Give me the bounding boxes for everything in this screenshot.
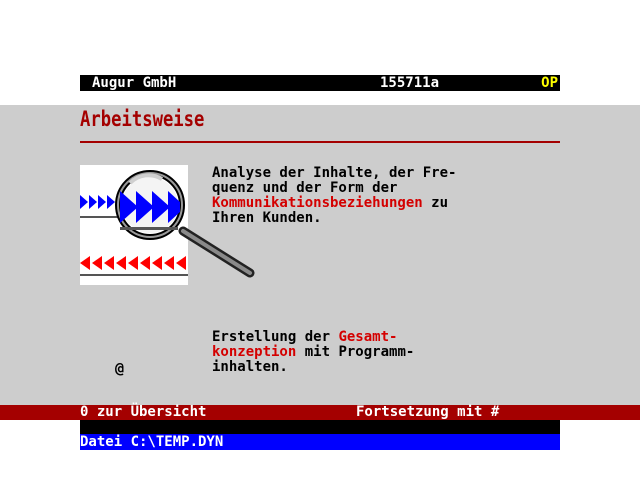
status-indicator: OP [541,75,558,91]
concept-highlight-1: Gesamt- [338,329,398,345]
analysis-line-1: Analyse der Inhalte, der Fre- [212,165,457,181]
navigation-bar: 0 zur Übersicht Fortsetzung mit # [0,405,640,420]
analysis-line-2: quenz und der Form der [212,180,398,196]
company-name: Augur GmbH [92,75,177,91]
red-arrows-icon [80,256,186,270]
title-divider [80,141,560,143]
file-path: Datei C:\TEMP.DYN [80,434,224,450]
magnifier-lens-icon [115,170,185,240]
concept-paragraph: Erstellung der Gesamt- konzeption mit Pr… [212,330,414,375]
concept-line-3: inhalten. [212,359,288,375]
concept-highlight-2: konzeption [212,344,297,360]
analysis-paragraph: Analyse der Inhalte, der Fre- quenz und … [212,166,456,226]
file-status-bar: Datei C:\TEMP.DYN [80,434,560,450]
analysis-line-3: zu [422,195,449,211]
concept-line-1: Erstellung der [212,329,339,345]
blue-arrows-icon [80,195,115,209]
magnifier-handle-icon [178,226,255,278]
page-title: Arbeitsweise [80,107,205,131]
page-number: 155711a [380,75,440,91]
separator-bar [80,420,560,434]
continue-link[interactable]: Fortsetzung mit # [356,405,499,420]
at-symbol: @ [115,359,125,377]
analysis-line-4: Ihren Kunden. [212,210,322,226]
concept-line-2: mit Programm- [296,344,415,360]
overview-link[interactable]: 0 zur Übersicht [80,405,206,420]
header-bar: Augur GmbH 155711a OP [80,75,560,91]
analysis-highlight: Kommunikationsbeziehungen [212,195,423,211]
